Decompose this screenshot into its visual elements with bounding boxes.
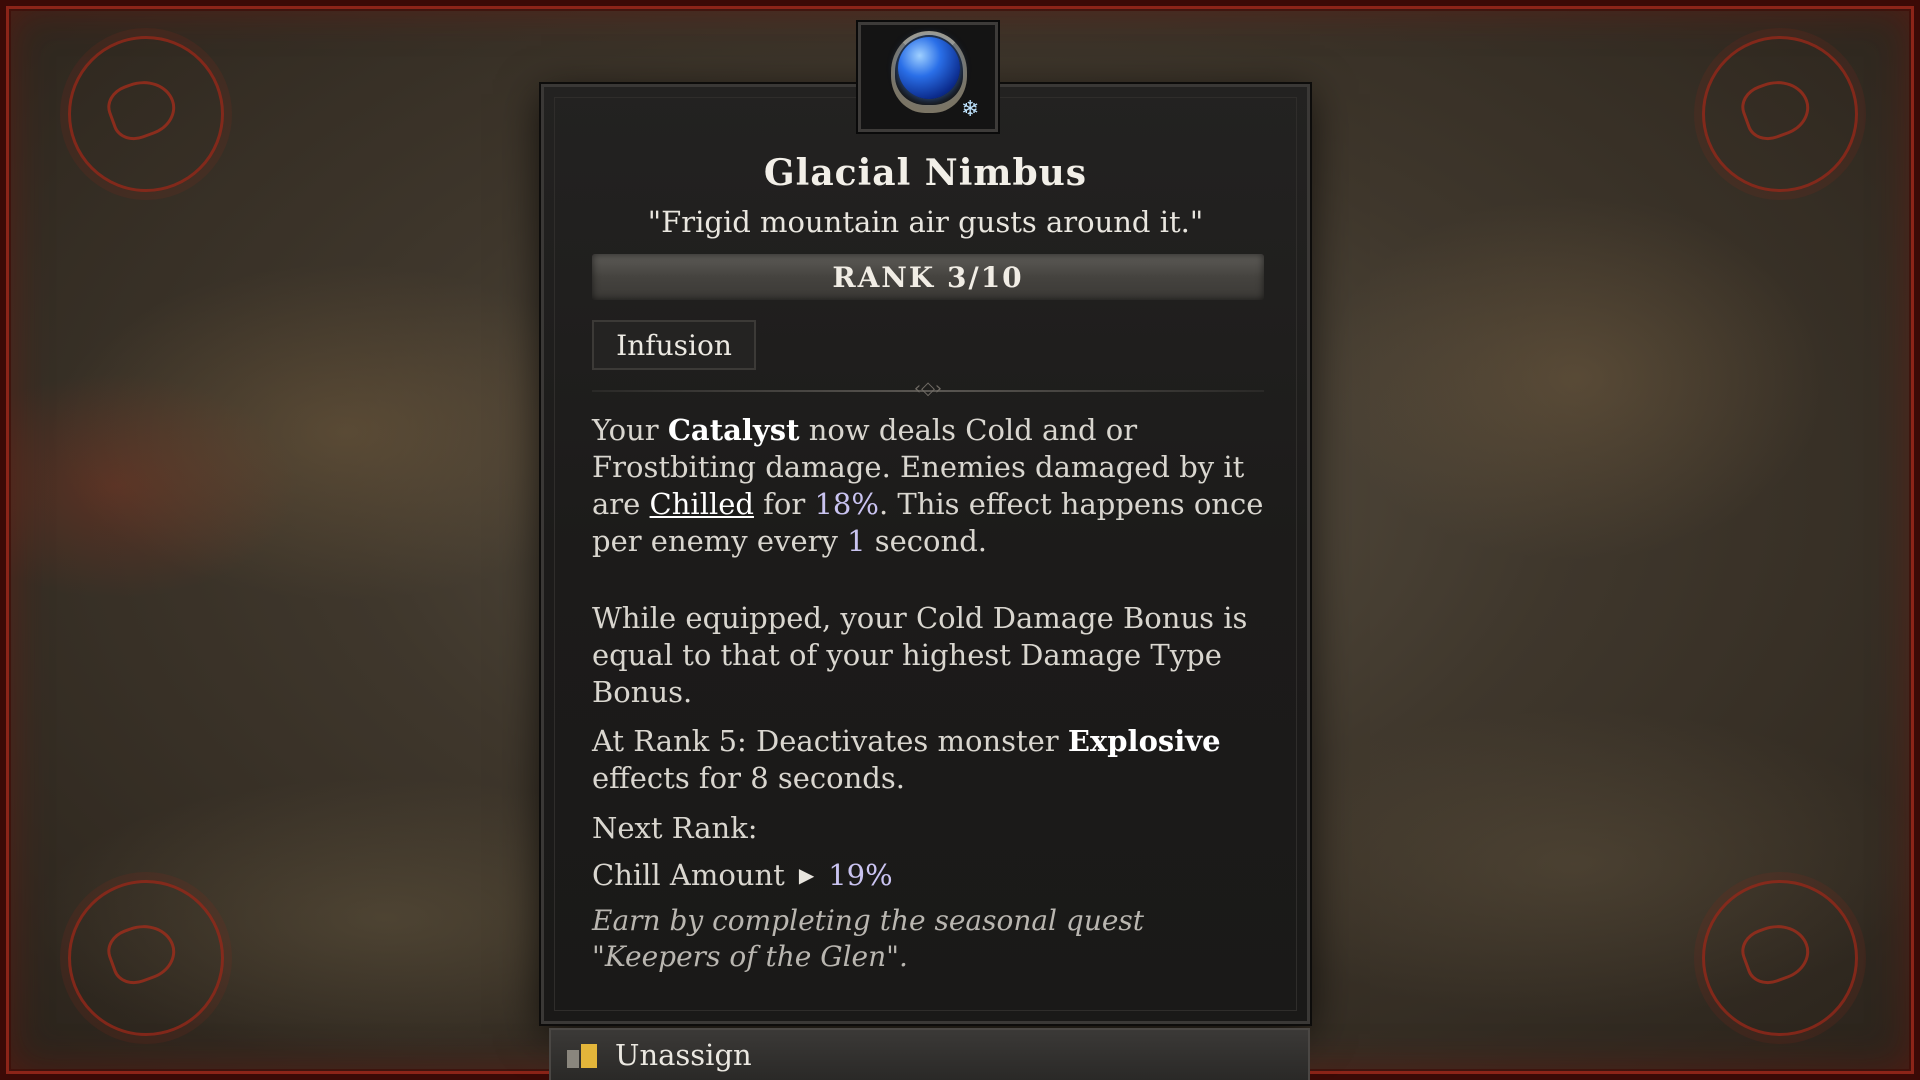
snowflake-icon: ❄ — [961, 97, 980, 122]
rank-label: RANK 3/10 — [832, 260, 1024, 294]
rank-bar: RANK 3/10 — [592, 254, 1264, 300]
keyword-explosive: Explosive — [1067, 724, 1221, 758]
next-rank-label: Next Rank: — [592, 811, 758, 845]
tag-label: Infusion — [616, 328, 732, 362]
item-icon-frame: ❄ — [858, 22, 998, 132]
rank-5-bonus: At Rank 5: Deactivates monster Explosive… — [592, 724, 1221, 795]
source-text: Earn by completing the seasonal quest "K… — [592, 904, 1145, 973]
unassign-button[interactable]: Unassign — [549, 1028, 1310, 1080]
item-flavor-text: "Frigid mountain air gusts around it." — [647, 205, 1204, 239]
rune-ornament-top-right — [1702, 36, 1858, 192]
rune-ornament-top-left — [68, 36, 224, 192]
rune-ornament-bottom-left — [68, 880, 224, 1036]
rune-ornament-bottom-right — [1702, 880, 1858, 1036]
unassign-label: Unassign — [615, 1038, 752, 1072]
next-stat-value: 19% — [828, 858, 893, 892]
divider-ornament-icon: ‹◇› — [913, 378, 943, 399]
description-paragraph-1: Your Catalyst now deals Cold and or Fros… — [592, 413, 1264, 558]
infusion-tag: Infusion — [592, 320, 756, 370]
keyword-catalyst: Catalyst — [667, 413, 800, 447]
arrow-right-icon: ▶ — [798, 863, 815, 887]
cooldown-seconds: 1 — [847, 524, 866, 558]
next-stat-label: Chill Amount — [592, 858, 785, 892]
next-rank-stat: Chill Amount ▶ 19% — [592, 857, 1272, 894]
keyword-chilled-link[interactable]: Chilled — [650, 487, 754, 521]
glacial-nimbus-gem-icon — [898, 37, 960, 99]
item-title: Glacial Nimbus — [763, 152, 1088, 194]
chill-percent: 18% — [814, 487, 879, 521]
description-paragraph-2: While equipped, your Cold Damage Bonus i… — [592, 601, 1248, 709]
key-icon — [567, 1044, 597, 1070]
